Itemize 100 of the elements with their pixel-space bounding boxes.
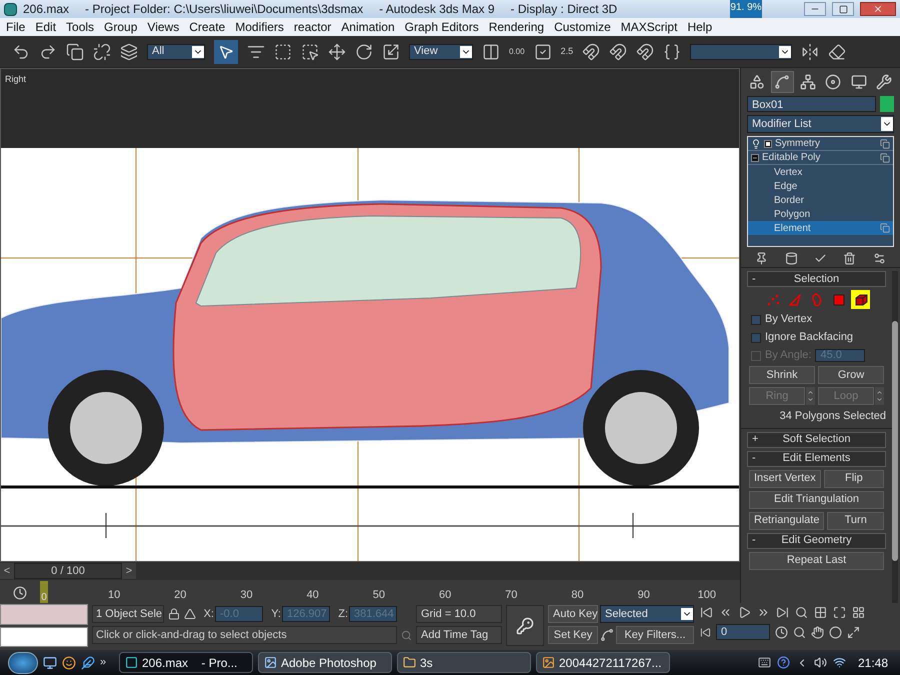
menu-item[interactable]: Group: [104, 18, 138, 36]
overflow-chevron[interactable]: »: [100, 654, 114, 671]
selection-button[interactable]: Grow: [818, 366, 884, 384]
region-zoom-icon[interactable]: [793, 626, 806, 638]
menu-item[interactable]: Customize: [554, 18, 611, 36]
taskbar-button[interactable]: Adobe Photoshop: [258, 652, 392, 673]
trash-icon[interactable]: [843, 252, 856, 265]
magnet-icon[interactable]: [609, 42, 628, 60]
dashed-square-pointer-icon[interactable]: [301, 42, 319, 60]
key-filters-button[interactable]: Key Filters...: [616, 626, 694, 644]
auto-key-button[interactable]: Auto Key: [548, 605, 598, 623]
next-frame-button[interactable]: >: [122, 563, 136, 579]
set-keys-button[interactable]: [506, 605, 544, 646]
minus-box-icon[interactable]: [751, 154, 759, 162]
orbit-icon[interactable]: [829, 626, 842, 638]
overlapping-squares-icon[interactable]: [66, 42, 84, 60]
rollout-header[interactable]: - Edit Elements: [747, 450, 886, 466]
menu-item[interactable]: Animation: [341, 18, 395, 36]
monitor-icon[interactable]: [43, 656, 57, 670]
magnet-icon[interactable]: [582, 42, 600, 60]
taskbar-button[interactable]: 206.max - Pro...: [119, 652, 253, 673]
feather-icon[interactable]: [81, 656, 95, 670]
redo-icon[interactable]: [39, 42, 57, 60]
move-icon[interactable]: [328, 42, 346, 60]
unlink-icon[interactable]: [93, 42, 111, 60]
previous-frame-icon[interactable]: [719, 606, 732, 619]
layout-grid-icon[interactable]: [852, 606, 865, 619]
mirror-icon[interactable]: [801, 42, 820, 60]
undo-icon[interactable]: [12, 42, 30, 60]
sub-object-item[interactable]: Polygon: [748, 207, 893, 221]
pin-icon[interactable]: [755, 252, 768, 265]
menu-item[interactable]: Edit: [35, 18, 56, 36]
object-color-swatch[interactable]: [880, 96, 894, 112]
selection-filter-dropdown[interactable]: All: [147, 44, 205, 60]
menu-item[interactable]: Create: [189, 18, 226, 36]
start-orb-icon[interactable]: [8, 652, 38, 674]
time-slider-thumb[interactable]: 0 / 100: [14, 563, 122, 579]
edit-elements-button[interactable]: Turn: [827, 512, 884, 530]
play-icon[interactable]: [738, 606, 751, 619]
magnet-icon[interactable]: [636, 42, 654, 60]
cylinder-icon[interactable]: [784, 252, 798, 265]
add-time-tag-button[interactable]: Add Time Tag: [416, 626, 502, 644]
named-selection-dropdown[interactable]: [690, 44, 792, 60]
set-key-button[interactable]: Set Key: [548, 626, 598, 644]
go-to-end-icon[interactable]: [776, 606, 789, 619]
time-configuration-icon[interactable]: [775, 626, 788, 638]
taskbar-button[interactable]: 20044272117267...: [536, 652, 670, 673]
lock-icon[interactable]: [168, 608, 180, 620]
key-mode-icon[interactable]: [700, 626, 711, 638]
go-to-start-icon[interactable]: [700, 606, 713, 619]
previous-frame-button[interactable]: <: [0, 563, 14, 579]
restore-button[interactable]: [832, 2, 854, 16]
menu-item[interactable]: Modifiers: [235, 18, 284, 36]
sub-object-item[interactable]: Border: [748, 193, 893, 207]
menu-item[interactable]: Tools: [66, 18, 94, 36]
taskbar-button[interactable]: 3s: [397, 652, 531, 673]
edit-elements-button[interactable]: Edit Triangulation: [749, 490, 884, 508]
rollout-header[interactable]: + Soft Selection: [747, 432, 886, 448]
menu-item[interactable]: File: [6, 18, 26, 36]
keyboard-icon[interactable]: [758, 656, 771, 669]
sub-object-item[interactable]: Vertex: [748, 165, 893, 179]
zoom-extents-icon[interactable]: [833, 606, 846, 619]
search-icon[interactable]: [401, 630, 412, 640]
object-name-field[interactable]: Box01: [747, 96, 876, 112]
modifier-list-dropdown[interactable]: Modifier List: [747, 115, 894, 133]
zoom-icon[interactable]: [795, 606, 808, 619]
triangle-icon[interactable]: [184, 608, 196, 620]
curve-icon[interactable]: [770, 71, 794, 93]
spinner-snap-label[interactable]: 0.00: [509, 46, 525, 58]
curve-icon[interactable]: [600, 628, 614, 642]
menu-item[interactable]: Graph Editors: [404, 18, 479, 36]
instance-icon[interactable]: [880, 152, 890, 162]
sub-object-item[interactable]: Element: [748, 221, 893, 235]
scale-icon[interactable]: [382, 42, 400, 60]
menu-item[interactable]: reactor: [294, 18, 332, 36]
modifier-stack-item[interactable]: Editable Poly: [748, 151, 893, 165]
braces-icon[interactable]: [663, 42, 682, 60]
columns-icon[interactable]: [482, 42, 500, 60]
sub-object-item[interactable]: Edge: [748, 179, 893, 193]
edit-elements-button[interactable]: Insert Vertex: [749, 470, 821, 488]
menu-item[interactable]: Views: [147, 18, 180, 36]
menu-item[interactable]: Rendering: [488, 18, 544, 36]
pan-icon[interactable]: [811, 626, 824, 638]
grid-icon[interactable]: [814, 606, 827, 619]
eraser-icon[interactable]: [828, 42, 846, 60]
checkbox[interactable]: [751, 332, 761, 342]
viewport[interactable]: Right: [0, 68, 740, 562]
maximize-icon[interactable]: [847, 626, 860, 638]
checkbox-icon[interactable]: [534, 42, 552, 60]
mini-listener-field[interactable]: [0, 604, 88, 625]
current-frame-field[interactable]: 0: [716, 624, 770, 640]
checkbox[interactable]: [751, 314, 761, 324]
mini-listener-output-field[interactable]: [0, 627, 88, 647]
coordinate-system-dropdown[interactable]: View: [409, 44, 473, 60]
element-level-icon[interactable]: [851, 290, 870, 309]
menu-item[interactable]: Help: [687, 18, 712, 36]
menu-item[interactable]: MAXScript: [620, 18, 678, 36]
edit-geometry-button[interactable]: Repeat Last: [749, 552, 884, 570]
layers-icon[interactable]: [120, 42, 138, 60]
next-frame-icon[interactable]: [757, 606, 770, 619]
